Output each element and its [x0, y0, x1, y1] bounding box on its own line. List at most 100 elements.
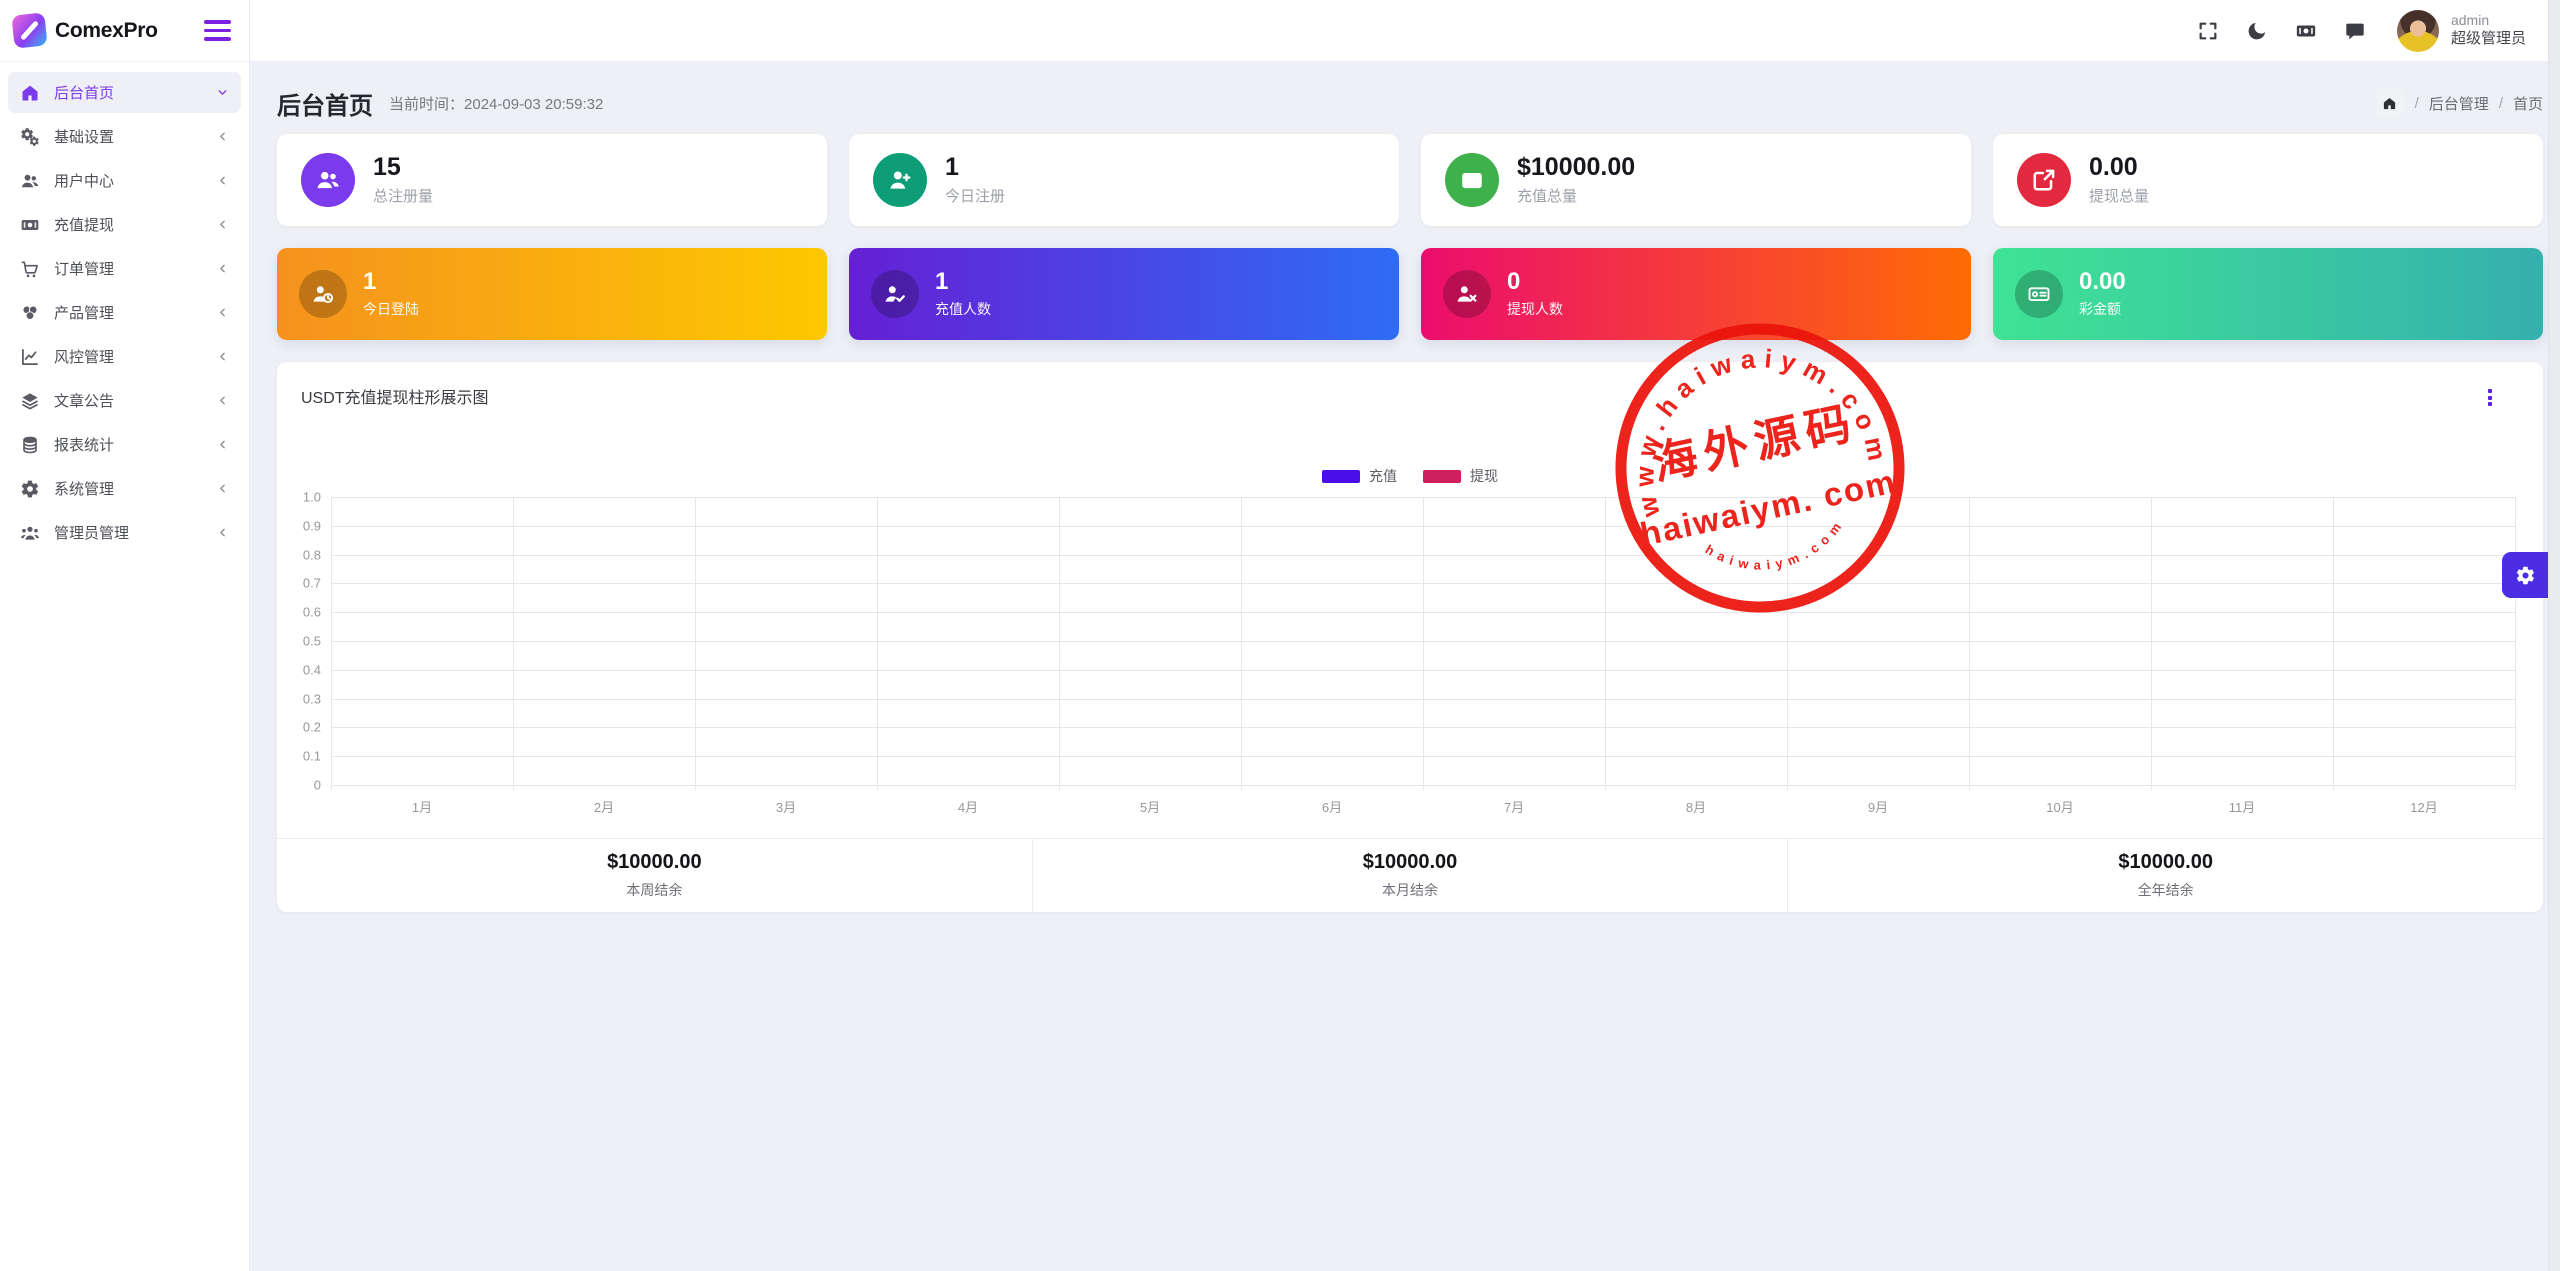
- x-axis-tick-label: 8月: [1686, 797, 1706, 816]
- products-icon: [20, 303, 40, 323]
- legend-item-deposit[interactable]: 充值: [1322, 466, 1397, 486]
- stat-label: 总注册量: [373, 185, 433, 206]
- menu-toggle-icon[interactable]: [202, 16, 233, 45]
- user-name: admin: [2451, 12, 2526, 30]
- stat-card-total-registered: 15 总注册量: [277, 134, 827, 226]
- user-role: 超级管理员: [2451, 30, 2526, 49]
- page-title: 后台首页: [277, 86, 373, 121]
- fullscreen-icon[interactable]: [2197, 20, 2219, 42]
- breadcrumb-separator: /: [2415, 95, 2419, 112]
- grid-vline: [1059, 497, 1060, 790]
- y-axis-tick-label: 0.2: [303, 720, 321, 735]
- user-menu[interactable]: admin 超级管理员: [2397, 10, 2526, 52]
- legend-label: 提现: [1470, 466, 1498, 486]
- legend-item-withdraw[interactable]: 提现: [1423, 466, 1498, 486]
- sidebar-item-label: 产品管理: [54, 302, 216, 323]
- stat-card-today-registered: 1 今日注册: [849, 134, 1399, 226]
- payments-icon[interactable]: [2295, 20, 2317, 42]
- avatar[interactable]: [2397, 10, 2439, 52]
- sidebar-item-label: 报表统计: [54, 434, 216, 455]
- sidebar-item-label: 订单管理: [54, 258, 216, 279]
- grid-vline: [1969, 497, 1970, 790]
- breadcrumb-item[interactable]: 后台管理: [2429, 93, 2489, 114]
- y-axis-tick-label: 0.5: [303, 634, 321, 649]
- sidebar-item-dashboard[interactable]: 后台首页: [8, 72, 241, 113]
- admin-group-icon: [20, 523, 40, 543]
- chart-plot: 1.00.90.80.70.60.50.40.30.20.101月2月3月4月5…: [331, 497, 2515, 785]
- gears-icon: [20, 127, 40, 147]
- summary-year-balance: $10000.00 全年结余: [1787, 839, 2543, 912]
- grid-vline: [331, 497, 332, 790]
- x-axis-tick-label: 4月: [958, 797, 978, 816]
- sidebar-item-products[interactable]: 产品管理: [8, 292, 241, 333]
- stat-value: 0.00: [2079, 269, 2126, 295]
- breadcrumb-home-icon[interactable]: [2375, 88, 2405, 118]
- summary-label: 全年结余: [2138, 880, 2194, 900]
- sidebar-item-orders[interactable]: 订单管理: [8, 248, 241, 289]
- sidebar-item-user-center[interactable]: 用户中心: [8, 160, 241, 201]
- stat-label: 彩金额: [2079, 299, 2126, 319]
- x-axis-tick-label: 2月: [594, 797, 614, 816]
- scrollbar[interactable]: [2548, 0, 2560, 1271]
- y-axis-tick-label: 0.6: [303, 605, 321, 620]
- dark-mode-moon-icon[interactable]: [2246, 20, 2268, 42]
- sidebar-item-label: 风控管理: [54, 346, 216, 367]
- chart-card: USDT充值提现柱形展示图 充值 提现 1.00.90.80.70.60.50.…: [277, 362, 2543, 912]
- summary-label: 本周结余: [626, 880, 682, 900]
- grid-vline: [1787, 497, 1788, 790]
- x-axis-tick-label: 11月: [2229, 797, 2256, 816]
- gradient-card-deposit-users: 1 充值人数: [849, 248, 1399, 340]
- legend-swatch-deposit: [1322, 470, 1360, 483]
- stat-value: 1: [935, 269, 991, 295]
- sidebar-item-deposit-withdraw[interactable]: 充值提现: [8, 204, 241, 245]
- grid-vline: [1423, 497, 1424, 790]
- sidebar-item-label: 管理员管理: [54, 522, 216, 543]
- settings-fab[interactable]: [2502, 552, 2548, 598]
- stat-value: 0: [1507, 269, 1563, 295]
- sidebar-item-risk-control[interactable]: 风控管理: [8, 336, 241, 377]
- home-icon: [20, 83, 40, 103]
- chart-legend: 充值 提现: [277, 466, 2543, 486]
- sidebar-item-system[interactable]: 系统管理: [8, 468, 241, 509]
- chevron-left-icon: [216, 262, 229, 275]
- sidebar-item-basic-settings[interactable]: 基础设置: [8, 116, 241, 157]
- x-axis-tick-label: 9月: [1868, 797, 1888, 816]
- user-plus-icon: [873, 153, 927, 207]
- chart-title: USDT充值提现柱形展示图: [301, 384, 489, 408]
- breadcrumb: / 后台管理 / 首页: [2375, 88, 2543, 118]
- current-time: 当前时间：2024-09-03 20:59:32: [389, 93, 603, 114]
- gradient-cards-row: 1 今日登陆 1 充值人数 0 提现人数 0.00 彩金额: [277, 248, 2543, 340]
- cart-icon: [20, 259, 40, 279]
- chevron-left-icon: [216, 526, 229, 539]
- sidebar-menu: 后台首页 基础设置 用户中心 充值提现 订单管理 产品管理: [0, 62, 249, 566]
- x-axis-tick-label: 7月: [1504, 797, 1524, 816]
- sidebar-item-label: 文章公告: [54, 390, 216, 411]
- x-axis-tick-label: 1月: [412, 797, 432, 816]
- grid-vline: [2151, 497, 2152, 790]
- summary-row: $10000.00 本周结余 $10000.00 本月结余 $10000.00 …: [277, 838, 2543, 912]
- sidebar-item-reports[interactable]: 报表统计: [8, 424, 241, 465]
- sidebar-item-articles[interactable]: 文章公告: [8, 380, 241, 421]
- stat-cards-row: 15 总注册量 1 今日注册 $10000.00 充值总量 0.00 提现总量: [277, 134, 2543, 226]
- breadcrumb-separator: /: [2499, 95, 2503, 112]
- chart-menu-kebab-icon[interactable]: [2485, 386, 2495, 409]
- chevron-left-icon: [216, 306, 229, 319]
- top-header: admin 超级管理员: [250, 0, 2560, 62]
- stat-card-total-withdraw: 0.00 提现总量: [1993, 134, 2543, 226]
- x-axis-tick-label: 5月: [1140, 797, 1160, 816]
- chevron-left-icon: [216, 482, 229, 495]
- stat-value: 0.00: [2089, 154, 2149, 182]
- current-time-value: 2024-09-03 20:59:32: [464, 96, 603, 113]
- y-axis-tick-label: 1.0: [303, 490, 321, 505]
- chevron-left-icon: [216, 130, 229, 143]
- x-axis-tick-label: 6月: [1322, 797, 1342, 816]
- layers-icon: [20, 391, 40, 411]
- stat-label: 充值总量: [1517, 185, 1635, 206]
- breadcrumb-item[interactable]: 首页: [2513, 93, 2543, 114]
- sidebar: ComexPro 后台首页 基础设置 用户中心 充值提现 订单管理: [0, 0, 250, 1271]
- message-icon[interactable]: [2344, 20, 2366, 42]
- sidebar-item-admins[interactable]: 管理员管理: [8, 512, 241, 553]
- stat-label: 今日登陆: [363, 299, 419, 319]
- stat-value: 1: [363, 269, 419, 295]
- grid-vline: [1241, 497, 1242, 790]
